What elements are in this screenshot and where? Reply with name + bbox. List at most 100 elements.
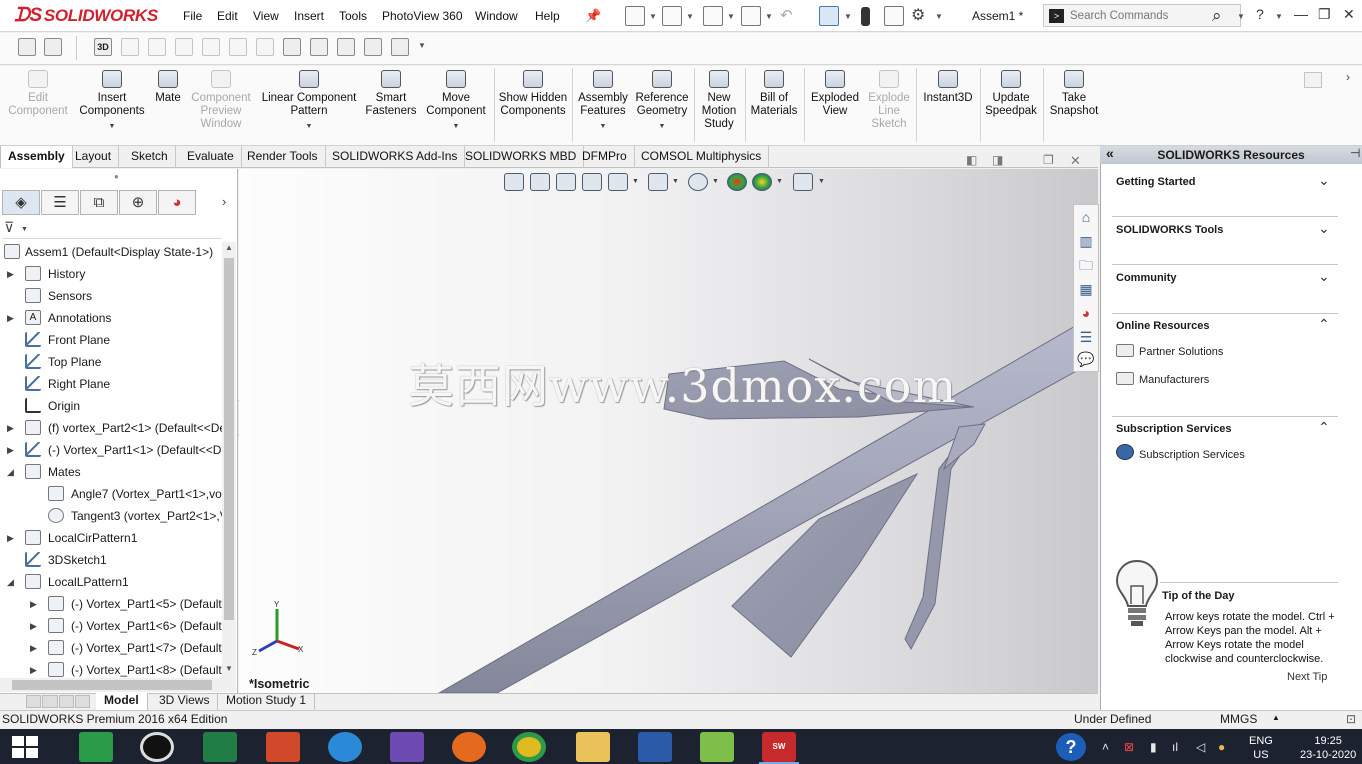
property-manager-tab-icon[interactable]: ☰ [41, 190, 79, 215]
view-palette-icon[interactable]: ▦ [1076, 279, 1096, 299]
extrude-icon[interactable] [283, 38, 301, 56]
powerpoint-app-icon[interactable] [266, 732, 300, 762]
chevron-down-icon[interactable]: ⌄ [1318, 172, 1330, 189]
pushpin-icon[interactable]: ⊣ [1350, 146, 1360, 160]
tab-evaluate[interactable]: Evaluate [180, 146, 242, 168]
chevron-down-icon[interactable]: ▼ [935, 12, 943, 21]
assembly-icon[interactable] [18, 38, 36, 56]
wifi-icon[interactable]: ıl [1172, 740, 1178, 754]
help-balloon-icon[interactable]: ⊡ [1346, 712, 1356, 726]
photos-app-icon[interactable] [700, 732, 734, 762]
take-snapshot-button[interactable]: Take Snapshot [1046, 70, 1102, 118]
search-icon[interactable]: ⌕ [1212, 6, 1222, 26]
undo-icon[interactable]: ↶ [780, 6, 793, 24]
chevron-down-icon[interactable]: ▼ [818, 178, 825, 185]
options-gear-icon[interactable]: ⚙ [911, 5, 925, 25]
store-app-icon[interactable] [79, 732, 113, 762]
section-getting-started[interactable]: Getting Started [1116, 176, 1195, 188]
tree-item-local-cir-pattern[interactable]: ▶ LocalCirPattern1 [0, 527, 222, 549]
edit-appearance-icon[interactable] [727, 173, 747, 191]
print-icon[interactable] [741, 6, 761, 26]
file-explorer-icon[interactable]: 🗀 [1076, 255, 1096, 275]
tree-item-vortex-part1[interactable]: ▶ (-) Vortex_Part1<1> (Default<<D [0, 439, 222, 461]
chevron-up-icon[interactable]: ▲ [1272, 713, 1280, 722]
menu-window[interactable]: Window [475, 9, 518, 23]
file-properties-icon[interactable] [884, 6, 904, 26]
unit-system[interactable]: MMGS [1220, 712, 1257, 726]
section-subscription-services[interactable]: Subscription Services [1116, 423, 1232, 435]
windows-start-icon[interactable] [12, 736, 38, 758]
section-community[interactable]: Community [1116, 272, 1177, 284]
forum-icon[interactable]: 💬 [1076, 349, 1096, 369]
rebuild-traffic-light-icon[interactable] [861, 7, 870, 26]
menu-edit[interactable]: Edit [217, 9, 238, 23]
tab-assembly[interactable]: Assembly [0, 146, 73, 168]
tree-scroll-thumb[interactable] [224, 258, 234, 620]
tree-item-origin[interactable]: Origin [0, 395, 222, 417]
zoom-to-area-icon[interactable] [530, 173, 550, 191]
menu-tools[interactable]: Tools [339, 9, 367, 23]
select-cursor-icon[interactable] [819, 6, 839, 26]
battery-icon[interactable]: ▮ [1150, 740, 1157, 754]
chevron-down-icon[interactable]: ▼ [1275, 12, 1283, 21]
solidworks-taskbar-icon[interactable]: SW [762, 732, 796, 762]
chevron-down-icon[interactable]: ▼ [672, 178, 679, 185]
dynamic-annotation-icon[interactable] [608, 173, 628, 191]
tab-dfmpro[interactable]: DFMPro [575, 146, 635, 168]
menu-file[interactable]: File [183, 9, 202, 23]
linear-component-pattern-button[interactable]: Linear Component Pattern ▼ [257, 70, 361, 133]
network-warning-icon[interactable]: ⊠ [1124, 740, 1134, 754]
chevron-down-icon[interactable]: ▼ [632, 178, 639, 185]
hide-show-items-icon[interactable] [688, 173, 708, 191]
tree-item-mates[interactable]: ◢ Mates [0, 461, 222, 483]
new-motion-study-button[interactable]: New Motion Study [697, 70, 741, 131]
save-icon[interactable] [703, 6, 723, 26]
component-preview-window-button[interactable]: Component Preview Window [189, 70, 253, 131]
firefox-icon[interactable] [452, 732, 486, 762]
scroll-down-icon[interactable]: ▼ [225, 664, 233, 673]
viewport-split-icon[interactable]: ◨ [992, 153, 1003, 167]
tab-render-tools[interactable]: Render Tools [240, 146, 326, 168]
instant3d-button[interactable]: Instant3D [919, 70, 977, 105]
tab-comsol[interactable]: COMSOL Multiphysics [634, 146, 770, 168]
viewport-close-icon[interactable]: ✕ [1070, 153, 1081, 169]
tree-item-vortex-part1-5[interactable]: ▶ (-) Vortex_Part1<5> (Default [0, 593, 222, 615]
collapse-pane-icon[interactable]: « [1106, 145, 1114, 161]
panel-grip[interactable]: ● [114, 172, 119, 181]
sketch-tool-icon[interactable] [202, 38, 220, 56]
viewport-tile-icon[interactable]: ◧ [966, 153, 977, 167]
close-icon[interactable]: ✕ [1343, 6, 1355, 23]
smart-fasteners-button[interactable]: Smart Fasteners [365, 70, 417, 118]
previous-view-icon[interactable] [556, 173, 576, 191]
camera-app-icon[interactable] [140, 732, 174, 762]
assembly-features-button[interactable]: Assembly Features ▼ [575, 70, 631, 133]
chevron-down-icon[interactable]: ▼ [776, 178, 783, 185]
tree-item-front-plane[interactable]: Front Plane [0, 329, 222, 351]
tree-root-assembly[interactable]: Assem1 (Default<Display State-1>) [0, 241, 222, 263]
cube-icon[interactable] [364, 38, 382, 56]
sketch-tool-icon[interactable] [256, 38, 274, 56]
tree-item-angle-mate[interactable]: Angle7 (Vortex_Part1<1>,vor [0, 483, 222, 505]
chevron-down-icon[interactable]: ▼ [1237, 12, 1245, 21]
chevron-down-icon[interactable]: ▼ [844, 12, 852, 21]
minimize-icon[interactable]: — [1294, 6, 1308, 22]
menu-help[interactable]: Help [535, 9, 560, 23]
edit-component-button[interactable]: Edit Component [3, 70, 73, 118]
chevron-down-icon[interactable]: ▼ [649, 12, 657, 21]
section-view-icon[interactable] [582, 173, 602, 191]
tree-item-annotations[interactable]: ▶ A Annotations [0, 307, 222, 329]
sketch-tool-icon[interactable] [175, 38, 193, 56]
excel-app-icon[interactable] [203, 732, 237, 762]
tree-item-sensors[interactable]: Sensors [0, 285, 222, 307]
tree-hscroll-thumb[interactable] [12, 680, 212, 690]
tree-item-right-plane[interactable]: Right Plane [0, 373, 222, 395]
chevron-down-icon[interactable]: ▼ [712, 178, 719, 185]
tree-item-local-l-pattern[interactable]: ◢ LocalLPattern1 [0, 571, 222, 593]
open-folder-icon[interactable] [662, 6, 682, 26]
apply-scene-icon[interactable] [752, 173, 772, 191]
move-component-button[interactable]: Move Component ▼ [421, 70, 491, 133]
chevron-down-icon[interactable]: ▼ [686, 12, 694, 21]
tree-item-vortex-part1-6[interactable]: ▶ (-) Vortex_Part1<6> (Default [0, 615, 222, 637]
visual-studio-icon[interactable] [390, 732, 424, 762]
tree-item-tangent-mate[interactable]: Tangent3 (vortex_Part2<1>,V [0, 505, 222, 527]
